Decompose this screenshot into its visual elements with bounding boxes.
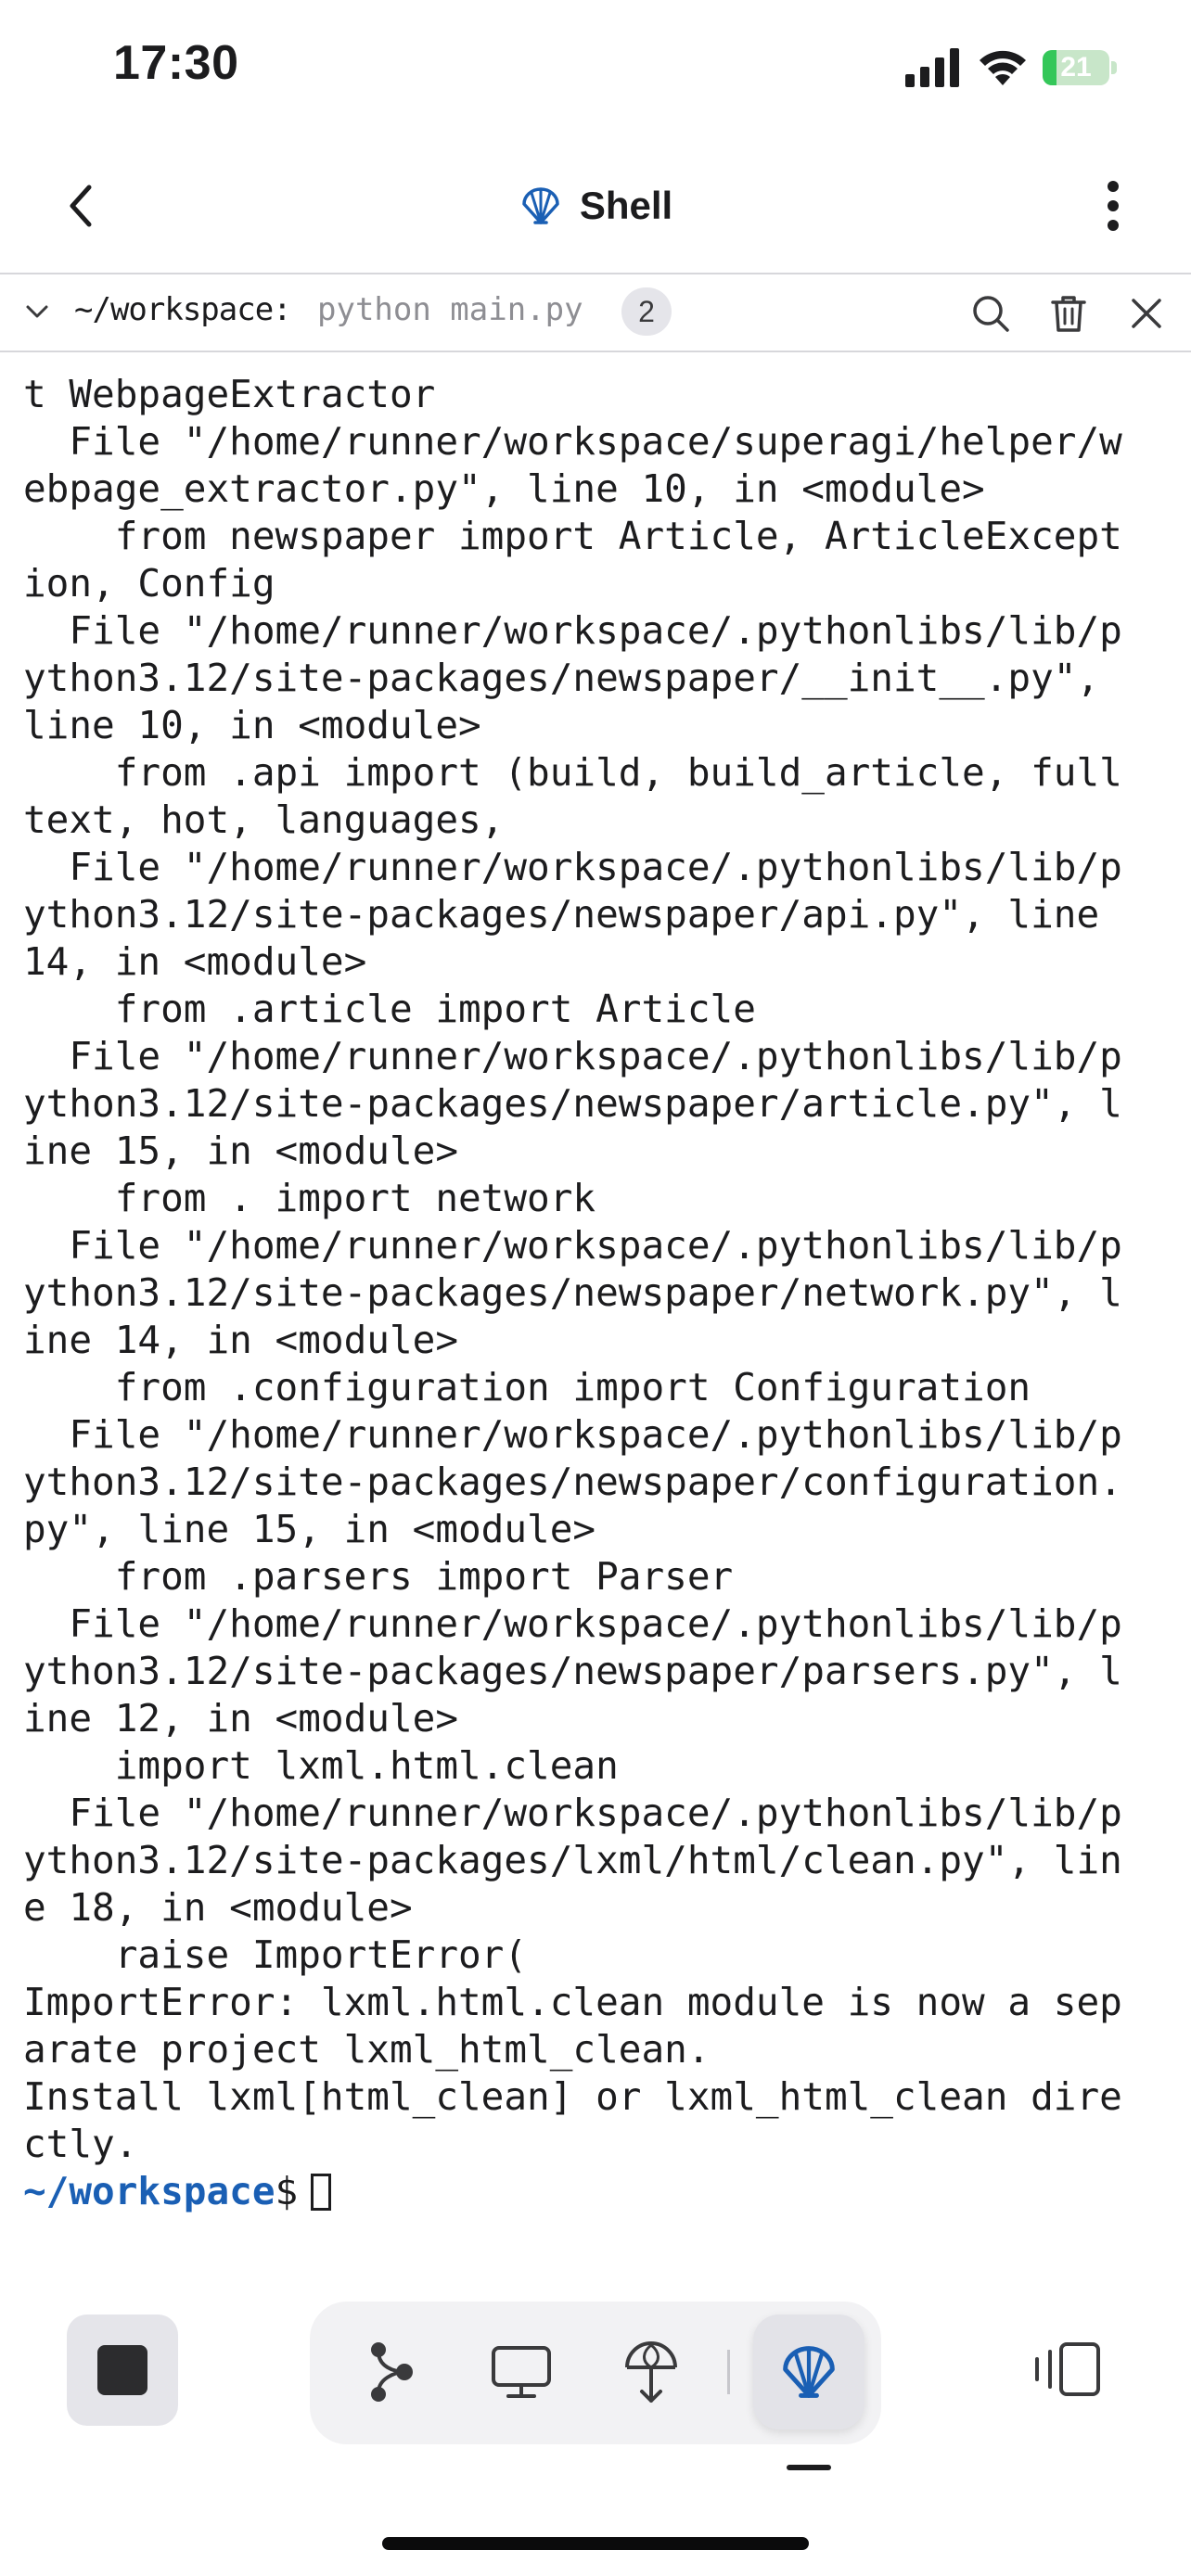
prompt-path: ~/workspace [23,2169,275,2213]
tab-preview[interactable] [466,2315,577,2429]
tool-tabs [310,2302,881,2444]
command-bar: ~/workspace: python main.py 2 [0,274,1191,352]
nav-title-group: Shell [0,176,1191,236]
cellular-signal-icon [905,48,959,87]
search-button[interactable] [967,289,1015,338]
git-graph-icon [371,2342,413,2402]
terminal-line: ine 12, in <module> [23,1696,458,1741]
terminal-line: ebpage_extractor.py", line 10, in <modul… [23,466,985,511]
terminal-line: from . import network [23,1176,596,1220]
terminal-prompt[interactable]: ~/workspace $ [23,2168,1173,2215]
terminal-line: import lxml.html.clean [23,1743,619,1788]
deploy-icon [625,2341,677,2403]
terminal-line: File "/home/runner/workspace/superagi/he… [23,419,1122,464]
terminal-line: File "/home/runner/workspace/.pythonlibs… [23,1223,1122,1268]
terminal-cursor [311,2173,332,2211]
wifi-icon [980,50,1026,85]
terminal-line: from .parsers import Parser [23,1554,734,1599]
panel-switch-icon [1035,2342,1100,2396]
more-options-button[interactable] [1082,174,1145,237]
clear-button[interactable] [1044,289,1093,338]
terminal-line: Install lxml[html_clean] or lxml_html_cl… [23,2074,1122,2119]
terminal-line: ine 14, in <module> [23,1318,458,1362]
terminal-line: ion, Config [23,561,275,606]
terminal-line: File "/home/runner/workspace/.pythonlibs… [23,1791,1122,1835]
tab-divider [727,2350,730,2394]
terminal-line: ImportError: lxml.html.clean module is n… [23,1980,1122,2024]
battery-indicator: 21 [1043,49,1117,86]
terminal-line: ython3.12/site-packages/lxml/html/clean.… [23,1838,1122,1882]
terminal-line: arate project lxml_html_clean. [23,2027,711,2072]
terminal-line: ython3.12/site-packages/newspaper/__init… [23,656,1100,700]
terminal-line: from .article import Article [23,987,756,1031]
monitor-icon [492,2346,551,2398]
terminal-line: File "/home/runner/workspace/.pythonlibs… [23,845,1122,889]
status-icons: 21 [905,46,1117,89]
close-button[interactable] [1122,289,1171,338]
terminal-output[interactable]: t WebpageExtractor File "/home/runner/wo… [23,371,1173,2225]
active-tab-indicator [787,2465,831,2470]
terminal-line: t WebpageExtractor [23,372,436,416]
terminal-line: ine 15, in <module> [23,1129,458,1173]
terminal-line: 14, in <module> [23,939,367,984]
terminal-line: File "/home/runner/workspace/.pythonlibs… [23,1034,1122,1078]
close-icon [1132,299,1161,328]
terminal-line: py", line 15, in <module> [23,1507,596,1551]
command-path: ~/workspace: [74,291,292,328]
home-indicator[interactable] [382,2537,809,2550]
tab-git[interactable] [336,2315,447,2429]
terminal-line: File "/home/runner/workspace/.pythonlibs… [23,608,1122,653]
terminal-line: text, hot, languages, [23,797,505,842]
terminal-line: ctly. [23,2122,138,2166]
terminal-line: ython3.12/site-packages/newspaper/parser… [23,1649,1122,1693]
tab-shell[interactable] [753,2315,864,2429]
battery-level: 21 [1060,52,1092,83]
terminal-line: raise ImportError( [23,1932,528,1977]
stop-icon [97,2345,147,2395]
nav-header: Shell [0,139,1191,274]
shell-icon [783,2346,835,2398]
terminal-line: e 18, in <module> [23,1885,413,1930]
terminal-lines: t WebpageExtractor File "/home/runner/wo… [23,371,1173,2168]
command-text: python main.py [317,291,583,328]
terminal-line: line 10, in <module> [23,703,481,747]
more-vertical-icon [1108,181,1119,231]
terminal-line: ython3.12/site-packages/newspaper/networ… [23,1270,1122,1315]
process-count-badge[interactable]: 2 [621,287,672,336]
terminal-line: from .api import (build, build_article, … [23,750,1122,795]
status-time: 17:30 [113,36,239,90]
terminal-line: ython3.12/site-packages/newspaper/config… [23,1460,1122,1504]
search-icon [973,296,1009,332]
prompt-symbol: $ [275,2169,299,2213]
terminal-line: ython3.12/site-packages/newspaper/articl… [23,1081,1122,1126]
shell-icon [519,185,563,226]
trash-icon [1051,296,1086,332]
terminal-line: from .configuration import Configuration [23,1365,1031,1409]
stop-button[interactable] [67,2315,178,2426]
terminal-line: from newspaper import Article, ArticleEx… [23,514,1122,558]
terminal-line: File "/home/runner/workspace/.pythonlibs… [23,1412,1122,1457]
status-bar: 17:30 21 [0,0,1191,139]
terminal-line: File "/home/runner/workspace/.pythonlibs… [23,1601,1122,1646]
panel-switch-button[interactable] [1030,2337,1104,2402]
chevron-down-icon[interactable] [20,295,54,328]
terminal-line: ython3.12/site-packages/newspaper/api.py… [23,892,1100,937]
page-title: Shell [579,184,673,227]
tab-deploy[interactable] [596,2315,707,2429]
